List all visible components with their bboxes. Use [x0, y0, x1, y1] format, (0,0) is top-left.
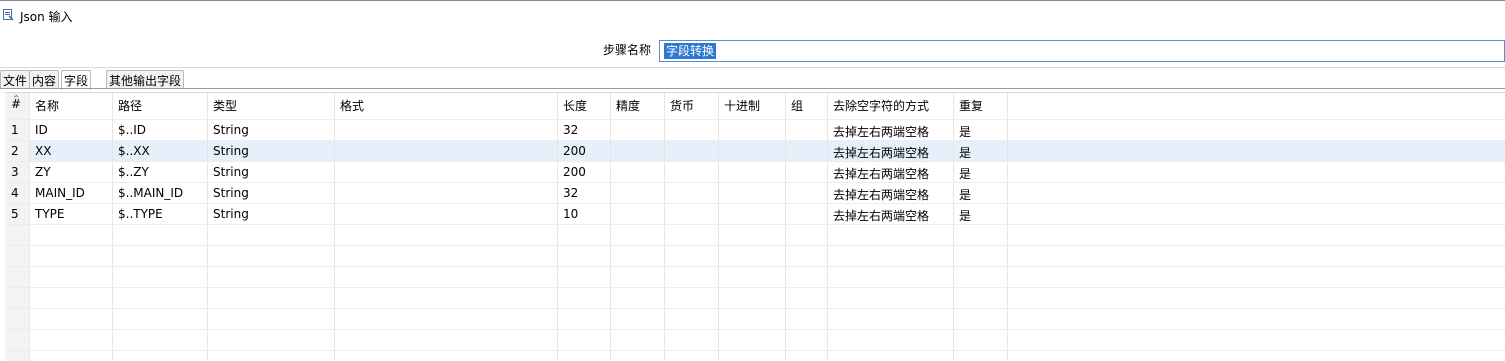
tab-other-output-fields[interactable]: 其他输出字段	[106, 70, 185, 89]
column-divider	[664, 93, 665, 361]
tab-label: 字段	[64, 74, 89, 88]
row-divider	[5, 161, 1505, 162]
row-divider	[5, 287, 1505, 288]
column-divider	[334, 93, 335, 361]
tab-file[interactable]: 文件	[0, 70, 31, 89]
table-cell[interactable]: 是	[953, 186, 1007, 203]
column-header-precision[interactable]: 精度	[610, 97, 664, 114]
column-header-trim-type[interactable]: 去除空字符的方式	[827, 97, 953, 114]
table-cell[interactable]: 200	[557, 144, 610, 158]
row-divider	[5, 182, 1505, 183]
column-header-length[interactable]: 长度	[557, 97, 610, 114]
table-cell[interactable]: TYPE	[29, 207, 112, 221]
tab-label: 文件	[3, 74, 28, 88]
row-divider	[5, 140, 1505, 141]
row-divider	[5, 329, 1505, 330]
column-header-currency[interactable]: 货币	[664, 97, 718, 114]
column-header-path[interactable]: 路径	[112, 97, 207, 114]
tab-divider	[0, 88, 1505, 89]
table-cell[interactable]: String	[207, 186, 334, 200]
table-cell[interactable]: $..XX	[112, 144, 207, 158]
table-cell[interactable]: 去掉左右两端空格	[827, 165, 953, 182]
table-cell[interactable]: String	[207, 144, 334, 158]
step-name-input[interactable]: 字段转换	[659, 40, 1505, 62]
table-cell[interactable]: String	[207, 165, 334, 179]
table-cell[interactable]: 去掉左右两端空格	[827, 186, 953, 203]
table-cell[interactable]: 是	[953, 144, 1007, 161]
column-divider	[1007, 93, 1008, 361]
table-cell[interactable]: 是	[953, 123, 1007, 140]
table-cell[interactable]: ID	[29, 123, 112, 137]
column-header-row-number[interactable]: #	[5, 97, 29, 111]
column-header-type[interactable]: 类型	[207, 97, 334, 114]
table-cell[interactable]: 32	[557, 186, 610, 200]
row-divider	[5, 245, 1505, 246]
row-divider	[5, 203, 1505, 204]
table-cell[interactable]: $..ID	[112, 123, 207, 137]
table-cell[interactable]: 去掉左右两端空格	[827, 207, 953, 224]
table-cell[interactable]: 200	[557, 165, 610, 179]
tab-label: 其他输出字段	[109, 74, 182, 88]
table-cell[interactable]: $..MAIN_ID	[112, 186, 207, 200]
row-number[interactable]: 2	[5, 144, 29, 158]
table-cell[interactable]: ZY	[29, 165, 112, 179]
table-cell[interactable]: 32	[557, 123, 610, 137]
table-cell[interactable]: XX	[29, 144, 112, 158]
table-cell[interactable]: $..TYPE	[112, 207, 207, 221]
row-number[interactable]: 5	[5, 207, 29, 221]
table-cell[interactable]: 是	[953, 207, 1007, 224]
column-divider	[610, 93, 611, 361]
tab-content[interactable]: 内容	[29, 70, 60, 89]
column-header-group[interactable]: 组	[785, 97, 827, 114]
table-cell[interactable]: MAIN_ID	[29, 186, 112, 200]
title-bar: Json 输入	[0, 0, 1505, 30]
row-number[interactable]: 1	[5, 123, 29, 137]
table-cell[interactable]: 是	[953, 165, 1007, 182]
step-name-value: 字段转换	[664, 43, 717, 59]
tab-label: 内容	[32, 74, 57, 88]
table-cell[interactable]: String	[207, 207, 334, 221]
column-divider	[718, 93, 719, 361]
table-cell[interactable]: $..ZY	[112, 165, 207, 179]
json-input-dialog: Json 输入 步骤名称 字段转换 文件 内容 字段 其他输出字段 ^ # 名称路…	[0, 0, 1505, 361]
column-divider	[785, 93, 786, 361]
fields-table[interactable]: ^ # 名称 路径 类型 格式 长度 精度 货币 十进制组去除空字符的方式 重复 1 ID $..ID S…	[5, 92, 1505, 361]
row-divider	[5, 266, 1505, 267]
json-input-icon	[3, 9, 14, 21]
row-divider	[5, 224, 1505, 225]
window-title: Json 输入	[20, 10, 73, 24]
column-header-decimal[interactable]: 十进制	[718, 97, 785, 114]
column-header-repeat[interactable]: 重复	[953, 97, 1007, 114]
table-cell[interactable]: String	[207, 123, 334, 137]
row-number[interactable]: 4	[5, 186, 29, 200]
table-cell[interactable]: 10	[557, 207, 610, 221]
row-divider	[5, 308, 1505, 309]
column-header-format[interactable]: 格式	[334, 97, 557, 114]
row-number[interactable]: 3	[5, 165, 29, 179]
table-cell[interactable]: 去掉左右两端空格	[827, 123, 953, 140]
step-name-label: 步骤名称	[603, 43, 652, 57]
table-cell[interactable]: 去掉左右两端空格	[827, 144, 953, 161]
row-divider	[5, 119, 1505, 120]
tab-bar: 文件 内容 字段 其他输出字段	[0, 67, 1505, 90]
column-header-name[interactable]: 名称	[29, 97, 112, 114]
tab-fields[interactable]: 字段	[61, 70, 92, 90]
row-divider	[5, 350, 1505, 351]
